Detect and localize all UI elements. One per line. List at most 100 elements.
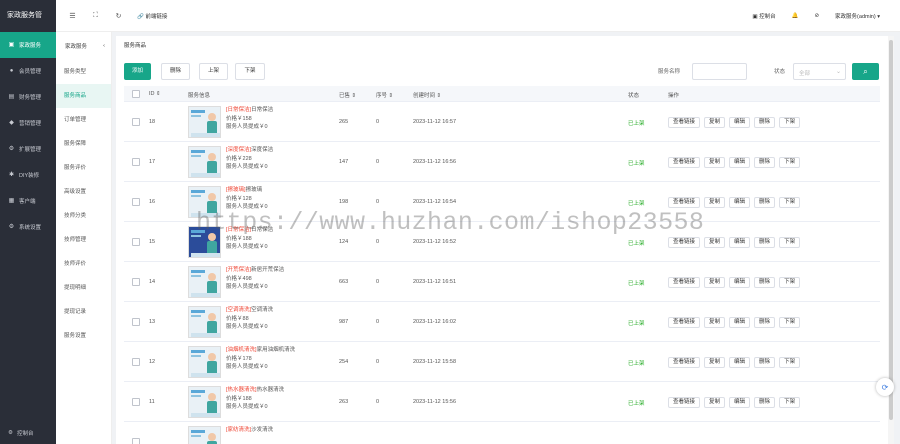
subnav-item-7[interactable]: 技师管理 xyxy=(56,228,111,252)
unpublish-row-button[interactable]: 下架 xyxy=(779,277,801,288)
edit-button[interactable]: 编辑 xyxy=(729,277,751,288)
select-all-checkbox[interactable] xyxy=(132,90,140,98)
edit-button[interactable]: 编辑 xyxy=(729,197,751,208)
copy-button[interactable]: 复制 xyxy=(704,317,726,328)
delete-row-button[interactable]: 删除 xyxy=(754,237,776,248)
subnav-item-5[interactable]: 高级设置 xyxy=(56,180,111,204)
service-name[interactable]: 日常保洁 xyxy=(251,107,273,113)
unpublish-button[interactable]: 下架 xyxy=(235,63,265,80)
user-menu[interactable]: 家政服务(admin) ▾ xyxy=(835,12,880,20)
copy-button[interactable]: 复制 xyxy=(704,357,726,368)
service-name[interactable]: 擦玻璃 xyxy=(246,187,263,193)
delete-row-button[interactable]: 删除 xyxy=(754,317,776,328)
delete-button[interactable]: 删除 xyxy=(161,63,190,80)
edit-button[interactable]: 编辑 xyxy=(729,157,751,168)
unpublish-row-button[interactable]: 下架 xyxy=(779,317,801,328)
console-link[interactable]: ▣ 控制台 xyxy=(752,12,775,20)
copy-button[interactable]: 复制 xyxy=(704,117,726,128)
delete-row-button[interactable]: 删除 xyxy=(754,157,776,168)
service-name[interactable]: 沙发清洗 xyxy=(251,427,273,433)
service-name[interactable]: 热水器清洗 xyxy=(257,387,285,393)
view-link-button[interactable]: 查看链接 xyxy=(668,237,701,248)
subnav-item-8[interactable]: 技师评价 xyxy=(56,252,111,276)
fullscreen-icon[interactable]: ⛶ xyxy=(89,10,102,22)
delete-row-button[interactable]: 删除 xyxy=(754,277,776,288)
front-link[interactable]: 🔗 前端链接 xyxy=(137,12,167,20)
subnav-item-11[interactable]: 服务设置 xyxy=(56,324,111,348)
sidebar-console-button[interactable]: ⚙ 控制台 xyxy=(0,422,56,444)
unpublish-row-button[interactable]: 下架 xyxy=(779,357,801,368)
th-seq[interactable]: 序号 ⇕ xyxy=(376,91,393,99)
delete-row-button[interactable]: 删除 xyxy=(754,197,776,208)
edit-button[interactable]: 编辑 xyxy=(729,397,751,408)
row-checkbox[interactable] xyxy=(132,278,140,286)
copy-button[interactable]: 复制 xyxy=(704,197,726,208)
subnav-item-10[interactable]: 提现记录 xyxy=(56,300,111,324)
th-id[interactable]: ID ⇕ xyxy=(149,91,161,97)
add-button[interactable]: 添加 xyxy=(124,63,151,80)
sidebar-item-0[interactable]: ▣ 家政服务 xyxy=(0,32,56,58)
scrollbar-thumb[interactable] xyxy=(889,40,893,420)
edit-button[interactable]: 编辑 xyxy=(729,237,751,248)
subnav-item-4[interactable]: 服务评价 xyxy=(56,156,111,180)
subnav-item-2[interactable]: 订单管理 xyxy=(56,108,111,132)
copy-button[interactable]: 复制 xyxy=(704,237,726,248)
subnav-item-0[interactable]: 服务类型 xyxy=(56,60,111,84)
sidebar-item-4[interactable]: ⚙ 扩展管理 xyxy=(0,136,56,162)
publish-button[interactable]: 上架 xyxy=(199,63,228,80)
row-checkbox[interactable] xyxy=(132,438,140,444)
sidebar-item-1[interactable]: ● 会员管理 xyxy=(0,58,56,84)
row-checkbox[interactable] xyxy=(132,238,140,246)
edit-button[interactable]: 编辑 xyxy=(729,357,751,368)
subnav-item-3[interactable]: 服务保障 xyxy=(56,132,111,156)
sidebar-item-7[interactable]: ⚙ 系统设置 xyxy=(0,214,56,240)
unpublish-row-button[interactable]: 下架 xyxy=(779,197,801,208)
row-checkbox[interactable] xyxy=(132,358,140,366)
copy-button[interactable]: 复制 xyxy=(704,157,726,168)
delete-row-button[interactable]: 删除 xyxy=(754,397,776,408)
support-float-button[interactable]: ⟳ xyxy=(876,378,894,396)
unpublish-row-button[interactable]: 下架 xyxy=(779,237,801,248)
copy-button[interactable]: 复制 xyxy=(704,277,726,288)
sidebar-item-3[interactable]: ◆ 营销管理 xyxy=(0,110,56,136)
subnav-item-6[interactable]: 技师分类 xyxy=(56,204,111,228)
view-link-button[interactable]: 查看链接 xyxy=(668,117,701,128)
unpublish-row-button[interactable]: 下架 xyxy=(779,157,801,168)
th-created[interactable]: 创建时间 ⇕ xyxy=(413,91,441,99)
service-name[interactable]: 新居开荒保洁 xyxy=(251,267,284,273)
row-checkbox[interactable] xyxy=(132,158,140,166)
copy-button[interactable]: 复制 xyxy=(704,397,726,408)
delete-row-button[interactable]: 删除 xyxy=(754,357,776,368)
menu-toggle-icon[interactable]: ☰ xyxy=(66,10,79,22)
subnav-item-9[interactable]: 提现明细 xyxy=(56,276,111,300)
search-input[interactable] xyxy=(692,63,747,80)
th-sold[interactable]: 已售 ⇕ xyxy=(339,91,356,99)
service-name[interactable]: 家用油烟机清洗 xyxy=(257,347,296,353)
delete-row-button[interactable]: 删除 xyxy=(754,117,776,128)
view-link-button[interactable]: 查看链接 xyxy=(668,317,701,328)
sidebar-item-5[interactable]: ✱ DIY装修 xyxy=(0,162,56,188)
unpublish-row-button[interactable]: 下架 xyxy=(779,117,801,128)
view-link-button[interactable]: 查看链接 xyxy=(668,197,701,208)
collapse-icon[interactable]: ‹ xyxy=(103,43,105,49)
status-select[interactable]: 全部 ⌄ xyxy=(793,63,846,80)
edit-button[interactable]: 编辑 xyxy=(729,317,751,328)
view-link-button[interactable]: 查看链接 xyxy=(668,157,701,168)
search-button[interactable]: ⌕ xyxy=(852,63,879,80)
row-checkbox[interactable] xyxy=(132,198,140,206)
service-name[interactable]: 深度保洁 xyxy=(251,147,273,153)
edit-button[interactable]: 编辑 xyxy=(729,117,751,128)
view-link-button[interactable]: 查看链接 xyxy=(668,277,701,288)
sidebar-item-2[interactable]: ▤ 财务管理 xyxy=(0,84,56,110)
subnav-item-1[interactable]: 服务商品 xyxy=(56,84,111,108)
view-link-button[interactable]: 查看链接 xyxy=(668,357,701,368)
row-checkbox[interactable] xyxy=(132,118,140,126)
row-checkbox[interactable] xyxy=(132,398,140,406)
view-link-button[interactable]: 查看链接 xyxy=(668,397,701,408)
service-name[interactable]: 空调清洗 xyxy=(251,307,273,313)
bell-icon[interactable]: 🔔 xyxy=(792,13,799,19)
refresh-icon[interactable]: ↻ xyxy=(112,10,125,22)
unpublish-row-button[interactable]: 下架 xyxy=(779,397,801,408)
help-icon[interactable]: ⊘ xyxy=(814,13,819,19)
row-checkbox[interactable] xyxy=(132,318,140,326)
